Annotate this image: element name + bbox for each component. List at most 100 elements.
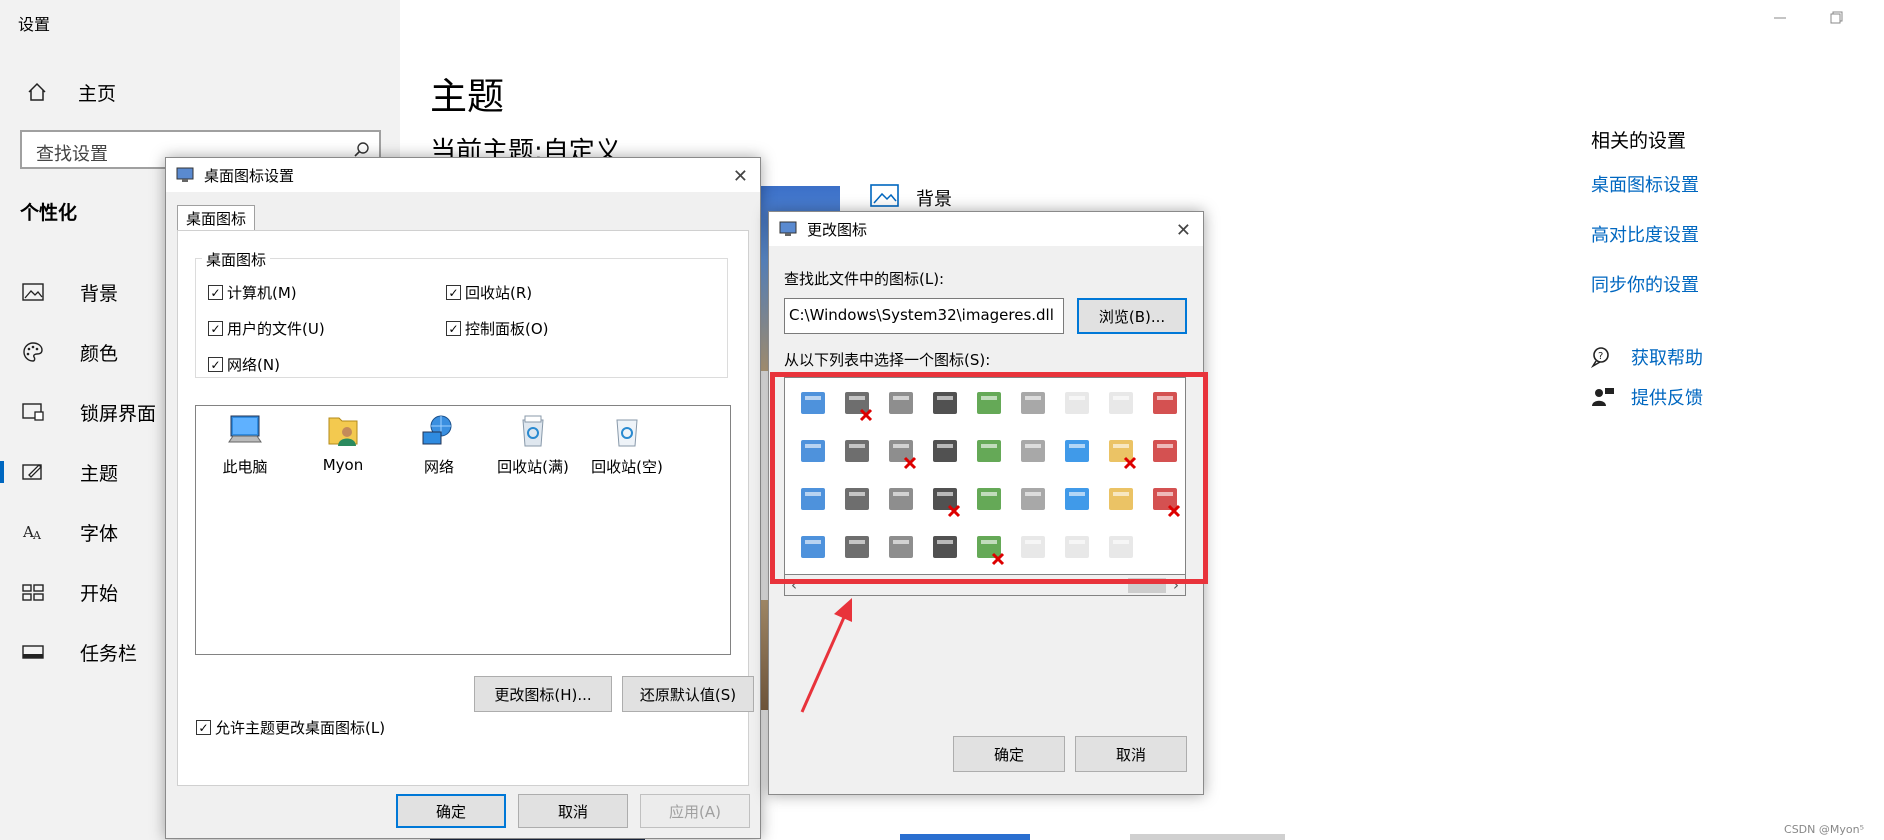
background-setting[interactable]: 背景 [870,182,952,213]
list-item-label: 回收站(空) [591,458,663,476]
checkbox-label: 计算机(M) [227,284,297,302]
section-title: 个性化 [20,202,78,224]
sidebar-item-label: 开始 [80,582,119,605]
theme-icon [20,459,46,485]
tab-desktop-icons[interactable]: 桌面图标 [177,205,256,231]
page-title: 主题 [430,75,504,118]
checkbox-checked-icon: ✓ [446,321,461,336]
ok-button[interactable]: 确定 [396,794,506,828]
monitor-icon [176,167,194,183]
list-item-recycle-bin-full[interactable]: 回收站(满) [486,412,580,477]
find-icons-label: 查找此文件中的图标(L): [784,270,945,288]
select-icon-label: 从以下列表中选择一个图标(S): [784,351,991,369]
checkbox-checked-icon: ✓ [446,285,461,300]
feedback-person-icon [1591,386,1617,408]
feedback-label: 提供反馈 [1631,388,1703,409]
get-help-label: 获取帮助 [1631,348,1703,369]
list-item-user-files[interactable]: Myon [296,412,390,474]
checkbox-checked-icon: ✓ [208,285,223,300]
nav-home[interactable]: 主页 [20,78,116,106]
home-icon [20,78,54,106]
link-desktop-icon-settings[interactable]: 桌面图标设置 [1591,171,1699,197]
help-section: ? 获取帮助 提供反馈 [1591,342,1703,422]
change-icon-button[interactable]: 更改图标(H)... [474,676,612,712]
sidebar-item-label: 颜色 [80,342,119,365]
related-settings: 相关的设置 桌面图标设置 高对比度设置 同步你的设置 [1591,126,1699,321]
list-item-label: Myon [322,456,364,474]
checkbox-recycle-bin[interactable]: ✓ 回收站(R) [446,282,532,303]
restore-default-button[interactable]: 还原默认值(S) [622,676,754,712]
allow-theme-change-checkbox[interactable]: ✓ 允许主题更改桌面图标(L) [196,717,385,738]
picture-icon [870,182,900,213]
highlight-box [770,372,1208,584]
desktop-icon-settings-dialog: 桌面图标设置 ✕ 桌面图标 桌面图标 ✓ 计算机(M) ✓ 回收站(R) ✓ 用… [165,157,761,839]
maximize-button[interactable] [1826,10,1846,26]
checkbox-label: 允许主题更改桌面图标(L) [215,719,386,737]
feedback-link[interactable]: 提供反馈 [1591,382,1703,412]
list-item-this-pc[interactable]: 此电脑 [198,412,292,477]
background-setting-label: 背景 [916,188,952,210]
minimize-button[interactable] [1770,10,1790,26]
checkbox-label: 网络(N) [227,356,280,374]
monitor-icon [779,221,797,237]
checkbox-computer[interactable]: ✓ 计算机(M) [208,282,297,303]
watermark: CSDN @Myon⁵ [1784,823,1864,836]
recycle-bin-full-icon [522,415,544,447]
ok-button[interactable]: 确定 [953,736,1065,772]
lock-screen-icon [20,399,46,425]
list-item-label: 网络 [423,458,454,476]
get-help-link[interactable]: ? 获取帮助 [1591,342,1703,372]
group-label: 桌面图标 [202,249,271,270]
list-item-network[interactable]: 网络 [392,412,486,477]
checkbox-label: 用户的文件(U) [227,320,325,338]
icon-file-path-input[interactable]: C:\Windows\System32\imageres.dll [784,298,1064,334]
close-icon[interactable]: ✕ [733,166,748,187]
list-item-recycle-bin-empty[interactable]: 回收站(空) [580,412,674,477]
recycle-bin-empty-icon [616,419,638,447]
window-title: 设置 [18,15,51,34]
sidebar-item-label: 字体 [80,522,119,545]
cancel-button[interactable]: 取消 [1075,736,1187,772]
dialog-titlebar: 桌面图标设置 ✕ [166,158,760,192]
link-sync-settings[interactable]: 同步你的设置 [1591,271,1699,297]
cancel-button[interactable]: 取消 [518,794,628,828]
sidebar-item-label: 主题 [80,462,119,485]
list-item-label: 此电脑 [222,458,268,476]
user-folder-icon [328,417,358,446]
search-placeholder: 查找设置 [36,144,108,165]
checkbox-checked-icon: ✓ [208,357,223,372]
dialog-title: 更改图标 [807,220,868,239]
theme-thumbnail-strip [1130,834,1285,840]
sidebar-item-label: 背景 [80,282,119,305]
svg-text:?: ? [1598,351,1603,362]
related-settings-title: 相关的设置 [1591,130,1687,152]
checkbox-user-files[interactable]: ✓ 用户的文件(U) [208,318,325,339]
theme-thumbnail-strip [900,834,1030,840]
sidebar-item-label: 任务栏 [80,642,138,665]
checkbox-label: 控制面板(O) [465,320,549,338]
help-chat-icon: ? [1591,346,1617,368]
checkbox-control-panel[interactable]: ✓ 控制面板(O) [446,318,549,339]
checkbox-checked-icon: ✓ [208,321,223,336]
nav-home-label: 主页 [78,82,117,105]
network-icon [422,415,452,445]
sidebar-item-label: 锁屏界面 [80,402,157,425]
checkbox-network[interactable]: ✓ 网络(N) [208,354,280,375]
dialog-titlebar: 更改图标 ✕ [769,212,1203,246]
apply-button[interactable]: 应用(A) [640,794,750,828]
start-icon [20,579,46,605]
computer-icon [228,415,262,443]
svg-text:A: A [32,529,42,542]
link-high-contrast-settings[interactable]: 高对比度设置 [1591,221,1699,247]
picture-icon [20,279,46,305]
desktop-icon-list[interactable]: 此电脑 Myon 网络 回收站(满) 回收站(空) [195,405,731,655]
palette-icon [20,339,46,365]
taskbar-icon [20,639,46,665]
close-icon[interactable]: ✕ [1176,220,1191,241]
checkbox-checked-icon: ✓ [196,720,211,735]
checkbox-label: 回收站(R) [465,284,533,302]
dialog-title: 桌面图标设置 [204,166,295,185]
list-item-label: 回收站(满) [497,458,569,476]
browse-button[interactable]: 浏览(B)... [1077,298,1187,334]
font-icon: AA [20,519,46,545]
